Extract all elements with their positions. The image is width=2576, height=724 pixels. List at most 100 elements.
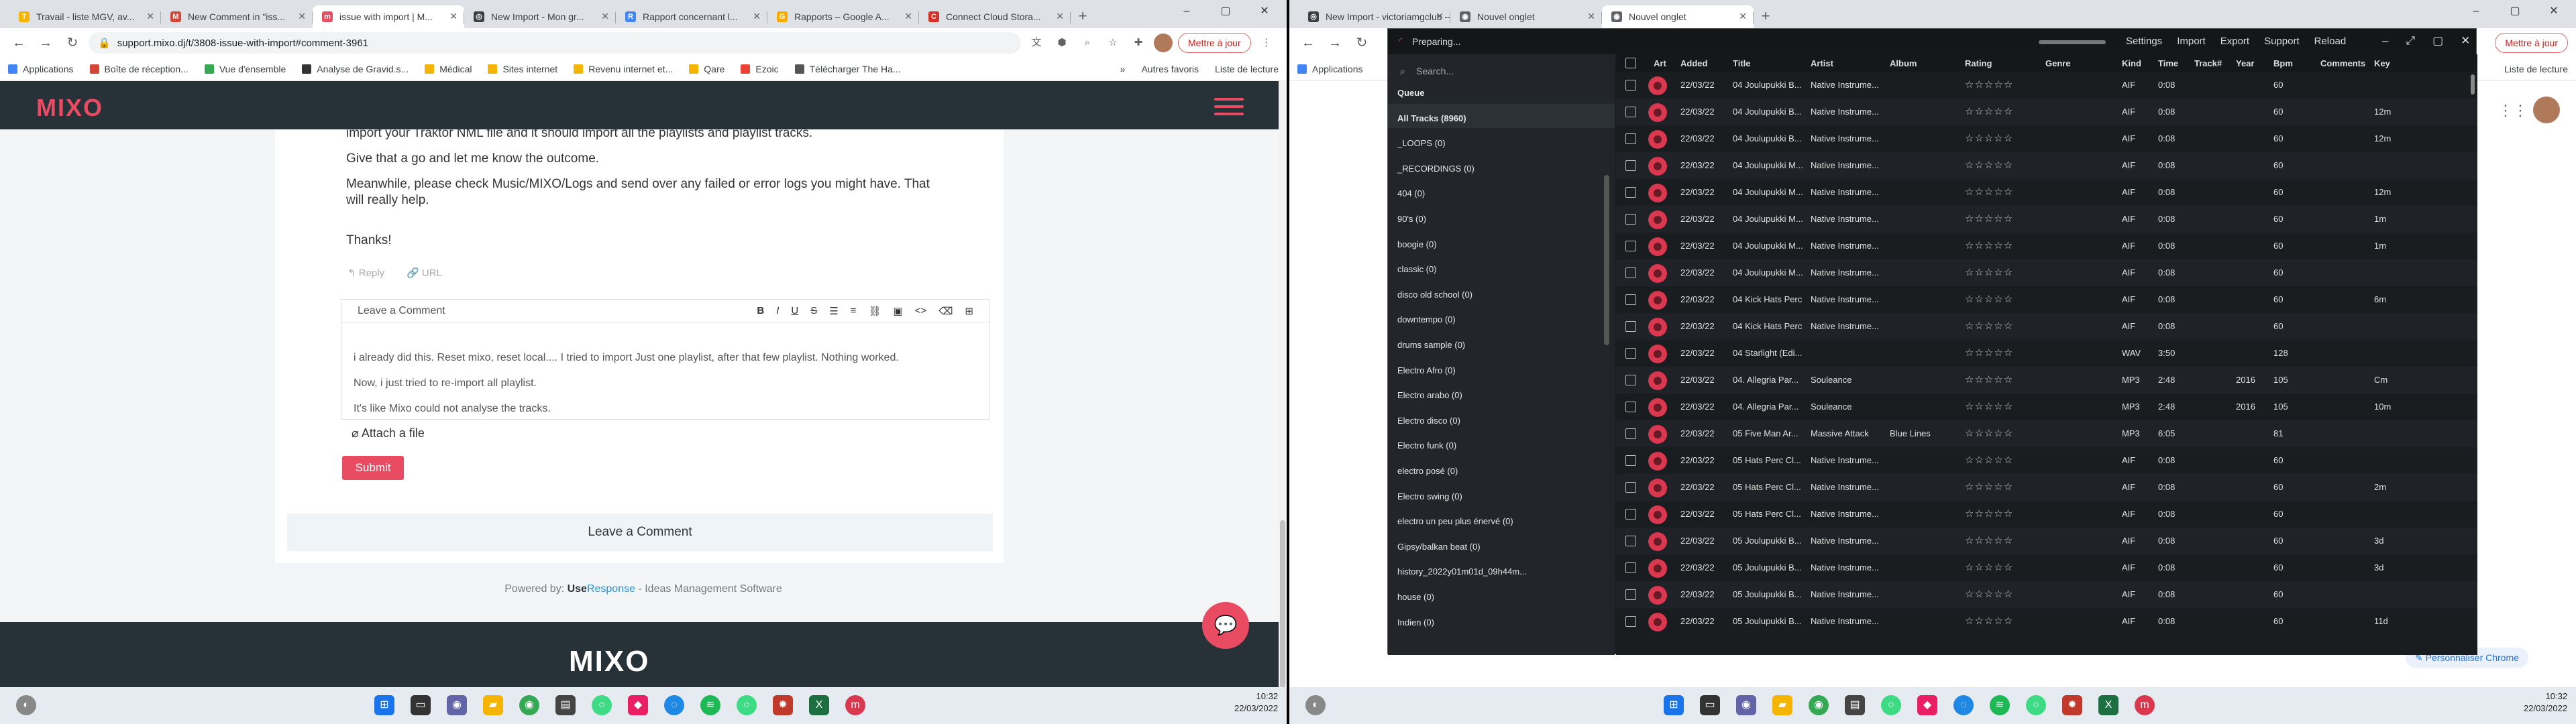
terminal-icon[interactable]: ▤	[1845, 695, 1865, 715]
update-button[interactable]: Mettre à jour	[1178, 33, 1251, 53]
expand-icon[interactable]: ⤢	[2406, 34, 2415, 48]
apps-grid-icon[interactable]: ⋮⋮	[2498, 102, 2528, 119]
url-link[interactable]: 🔗 URL	[407, 267, 442, 279]
eraser-icon[interactable]: ⌫	[938, 305, 953, 317]
rating-stars[interactable]: ☆☆☆☆☆	[1965, 347, 2013, 359]
comment-line[interactable]: It's like Mixo could not analyse the tra…	[354, 403, 551, 415]
reload-icon[interactable]: ↻	[1351, 32, 1373, 54]
chat-app-icon[interactable]: ◉	[1736, 695, 1756, 715]
bookmark-item[interactable]: Vue d'ensemble	[204, 64, 286, 74]
browser-tab[interactable]: T Travail - liste MGV, av... ✕	[9, 5, 161, 28]
sidebar-playlist-item[interactable]: classic (0)	[1397, 264, 1437, 274]
table-row[interactable]: 22/03/22 04 Kick Hats Perc Native Instrume…	[1616, 313, 2477, 340]
row-checkbox[interactable]	[1625, 241, 1636, 251]
table-row[interactable]: 22/03/22 05 Hats Perc Cl... Native Instrum…	[1616, 447, 2477, 474]
table-row[interactable]: 22/03/22 04 Joulupukki M... Native Instrum…	[1616, 152, 2477, 179]
column-header[interactable]: Bpm	[2273, 58, 2293, 68]
close-tab-icon[interactable]: ✕	[1587, 11, 1595, 22]
mixo-app-icon[interactable]: m	[2135, 695, 2155, 715]
sidebar-playlist-item[interactable]: downtempo (0)	[1397, 314, 1456, 324]
sidebar-playlist-item[interactable]: boogie (0)	[1397, 239, 1437, 249]
address-bar[interactable]: 🔒 support.mixo.dj/t/3808-issue-with-impo…	[89, 32, 1021, 54]
rating-stars[interactable]: ☆☆☆☆☆	[1965, 78, 2013, 90]
taskview-icon[interactable]: ▭	[1700, 695, 1720, 715]
rating-stars[interactable]: ☆☆☆☆☆	[1965, 561, 2013, 573]
sidebar-playlist-item[interactable]: disco old school (0)	[1397, 290, 1472, 300]
rating-stars[interactable]: ☆☆☆☆☆	[1965, 159, 2013, 171]
back-icon[interactable]: ←	[1297, 32, 1319, 54]
sidebar-playlist-item[interactable]: _RECORDINGS (0)	[1397, 164, 1474, 174]
sidebar-playlist-item[interactable]: drums sample (0)	[1397, 340, 1465, 350]
strikethrough-icon[interactable]: S	[810, 305, 817, 317]
system-clock[interactable]: 10:32 22/03/2022	[1234, 690, 1278, 715]
column-header[interactable]: Year	[2236, 58, 2254, 68]
menu-item-export[interactable]: Export	[2220, 36, 2249, 47]
bookmark-item[interactable]: Revenu internet et...	[574, 64, 673, 74]
volume-slider[interactable]	[2039, 40, 2106, 44]
bookmark-item[interactable]: Boîte de réception...	[89, 64, 189, 74]
sidebar-playlist-item[interactable]: 90's (0)	[1397, 214, 1426, 224]
forward-icon[interactable]: →	[1324, 32, 1346, 54]
minimize-icon[interactable]: –	[2457, 0, 2496, 24]
bookmark-item[interactable]: Autres favoris	[1141, 64, 1199, 74]
column-header[interactable]: Title	[1733, 58, 1751, 68]
close-icon[interactable]: ✕	[2461, 34, 2470, 48]
close-tab-icon[interactable]: ✕	[1056, 11, 1064, 22]
chat-icon[interactable]: 💬	[1202, 602, 1249, 649]
column-header[interactable]: Comments	[2320, 58, 2365, 68]
table-row[interactable]: 22/03/22 04. Allegria Par... Souleance MP3 2…	[1616, 394, 2477, 420]
sidebar-playlist-item[interactable]: Electro Afro (0)	[1397, 365, 1456, 375]
row-checkbox[interactable]	[1625, 294, 1636, 305]
sidebar-playlist-item[interactable]: Electro disco (0)	[1397, 416, 1460, 426]
row-checkbox[interactable]	[1625, 455, 1636, 466]
reading-list[interactable]: Liste de lecture	[2504, 64, 2568, 74]
sidebar-playlist-item[interactable]: electro posé (0)	[1397, 466, 1458, 476]
rating-stars[interactable]: ☆☆☆☆☆	[1965, 186, 2013, 198]
row-checkbox[interactable]	[1625, 187, 1636, 198]
menu-item-reload[interactable]: Reload	[2314, 36, 2347, 47]
restore-icon[interactable]: ▢	[2432, 34, 2443, 48]
row-checkbox[interactable]	[1625, 428, 1636, 439]
widgets-icon[interactable]: ◐	[1305, 695, 1326, 715]
edge-icon[interactable]: ◌	[1953, 695, 1974, 715]
close-tab-icon[interactable]: ✕	[298, 11, 306, 22]
update-button[interactable]: Mettre à jour	[2495, 33, 2568, 53]
sidebar-playlist-item[interactable]: Electro funk (0)	[1397, 440, 1456, 450]
sidebar-playlist-item[interactable]: Electro swing (0)	[1397, 491, 1462, 501]
browser-tab[interactable]: R Rapport concernant l... ✕	[616, 5, 767, 28]
browser-tab[interactable]: G Rapports – Google A... ✕	[767, 5, 919, 28]
rating-stars[interactable]: ☆☆☆☆☆	[1965, 105, 2013, 117]
app-icon[interactable]: ○	[737, 695, 757, 715]
sidebar-playlist-item[interactable]: Indien (0)	[1397, 617, 1434, 627]
bookmark-item[interactable]: Applications	[1297, 64, 1363, 74]
browser-tab[interactable]: C Connect Cloud Stora... ✕	[919, 5, 1071, 28]
table-row[interactable]: 22/03/22 04 Joulupukki M... Native Instrum…	[1616, 233, 2477, 259]
image-icon[interactable]: ▣	[893, 305, 902, 317]
row-checkbox[interactable]	[1625, 402, 1636, 412]
bookmark-item[interactable]: Applications	[8, 64, 74, 74]
table-row[interactable]: 22/03/22 04 Joulupukki B... Native Instrum…	[1616, 72, 2477, 99]
avatar[interactable]	[2533, 97, 2560, 123]
search-input[interactable]: ⌕ Search...	[1393, 60, 1608, 82]
bookmark-item[interactable]: Ezoic	[741, 64, 779, 74]
rating-stars[interactable]: ☆☆☆☆☆	[1965, 213, 2013, 225]
leave-comment-button[interactable]: Leave a Comment	[287, 514, 993, 551]
submit-button[interactable]: Submit	[342, 456, 404, 480]
sidebar-playlist-item[interactable]: house (0)	[1397, 592, 1434, 602]
bookmark-item[interactable]: Qare	[689, 64, 724, 74]
table-row[interactable]: 22/03/22 04 Kick Hats Perc Native Instrume…	[1616, 286, 2477, 313]
bookmark-item[interactable]: Liste de lecture	[1215, 64, 1279, 74]
underline-icon[interactable]: U	[791, 305, 798, 317]
close-icon[interactable]: ✕	[1245, 0, 1284, 24]
menu-icon[interactable]	[1214, 98, 1244, 117]
row-checkbox[interactable]	[1625, 509, 1636, 520]
widgets-icon[interactable]: ◐	[16, 695, 36, 715]
browser-tab[interactable]: ◉ Nouvel onglet ✕	[1602, 5, 1754, 28]
excel-icon[interactable]: X	[2098, 695, 2118, 715]
forward-icon[interactable]: →	[35, 32, 56, 54]
row-checkbox[interactable]	[1625, 214, 1636, 225]
app-icon[interactable]: ◆	[1917, 695, 1937, 715]
search-icon[interactable]: ⌕	[1077, 33, 1097, 53]
bookmark-item[interactable]: Télécharger The Ha...	[794, 64, 901, 74]
rating-stars[interactable]: ☆☆☆☆☆	[1965, 400, 2013, 412]
